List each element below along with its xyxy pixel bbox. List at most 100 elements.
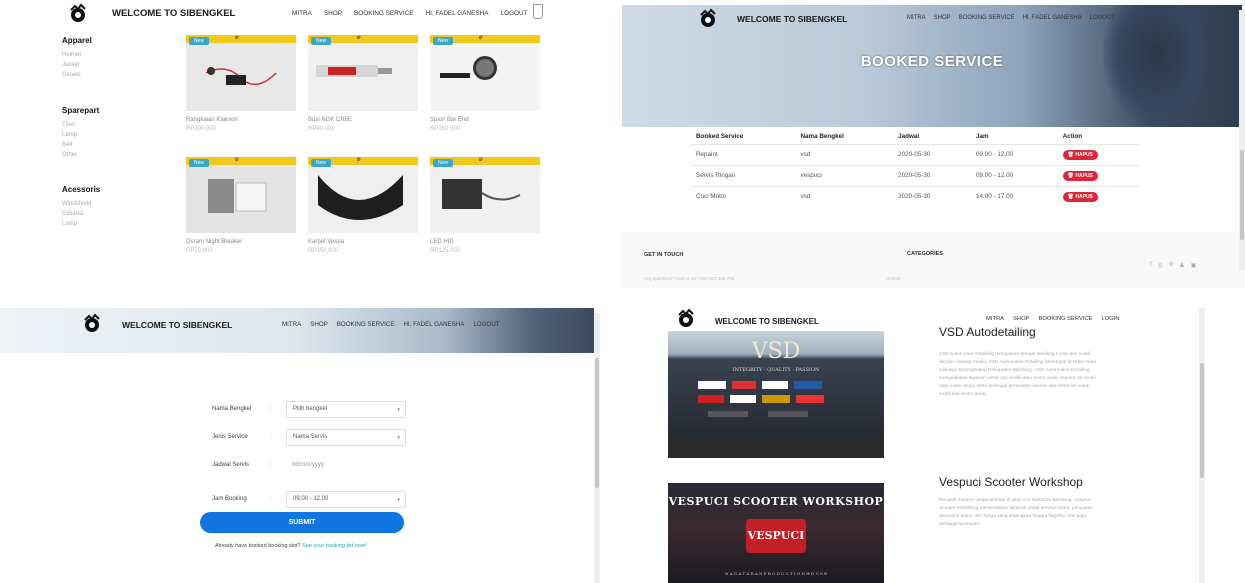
category-sparepart: Sparepart Tires Lamp Belt Other: [62, 106, 99, 160]
category-item[interactable]: Exhaust: [62, 209, 100, 219]
pinterest-icon[interactable]: ℗: [1169, 262, 1173, 269]
site-title[interactable]: WELCOME TO SIBENGKEL: [122, 320, 232, 330]
submit-button[interactable]: SUBMIT: [200, 512, 404, 533]
nav-booking-service[interactable]: BOOKING SERVICE: [959, 15, 1015, 21]
category-item[interactable]: Windshield: [62, 199, 100, 209]
nav-shop[interactable]: SHOP: [934, 15, 951, 21]
product-card[interactable]: New ⚙ Busi NGK CR8E RP40,000: [308, 35, 418, 132]
action-cell: 🗑 HAPUS: [1056, 143, 1140, 165]
column-header: Nama Bengkel: [800, 133, 844, 141]
product-photo: [308, 43, 418, 111]
nav-shop[interactable]: SHOP: [324, 10, 342, 17]
product-card[interactable]: New ⚙ Spion Bar End RP150,000: [430, 35, 540, 132]
product-name[interactable]: Busi NGK CR8E: [308, 117, 418, 123]
nav-mitra[interactable]: MITRA: [292, 10, 312, 17]
shop-logo-icon: ⚙: [356, 157, 361, 163]
product-image[interactable]: New ⚙: [308, 157, 418, 233]
site-title[interactable]: WELCOME TO SIBENGKEL: [112, 8, 235, 19]
category-item[interactable]: Helmet: [62, 50, 92, 60]
scrollbar[interactable]: [594, 313, 600, 583]
bengkel-select-value: Pilih bengkel: [293, 406, 328, 412]
nav-shop[interactable]: SHOP: [310, 321, 328, 328]
snapchat-icon[interactable]: ♟: [1179, 262, 1184, 269]
category-item[interactable]: Jacket: [62, 60, 92, 70]
product-name[interactable]: LED HID: [430, 239, 540, 245]
delete-button[interactable]: 🗑 HAPUS: [1062, 191, 1098, 202]
nav-shop[interactable]: SHOP: [1013, 316, 1029, 322]
sibengkel-logo-icon[interactable]: [696, 8, 720, 30]
nav-mitra[interactable]: MITRA: [282, 321, 301, 328]
nav-logout[interactable]: LOGOUT: [473, 321, 499, 328]
colon: :: [270, 496, 272, 502]
category-item[interactable]: Gloves: [62, 70, 92, 80]
vsd-title[interactable]: VSD Autodetailing: [939, 325, 1036, 339]
category-item[interactable]: Lamp: [62, 219, 100, 229]
vsd-sign-tagline: INTEGRITY · QUALITY · PASSION: [732, 367, 820, 373]
vespuci-title[interactable]: Vespuci Scooter Workshop: [939, 475, 1083, 489]
scrollbar[interactable]: [1239, 10, 1245, 270]
nav-login[interactable]: LOGIN: [1102, 316, 1120, 322]
product-image[interactable]: New ⚙: [430, 35, 540, 111]
product-price: RP350,000: [308, 248, 339, 254]
product-image[interactable]: New ⚙: [186, 35, 296, 111]
nav-mitra[interactable]: MITRA: [986, 316, 1004, 322]
vespuci-shop-photo[interactable]: VESPUCI SCOOTER WORKSHOP VESPUCI N A G A…: [668, 483, 884, 583]
product-name[interactable]: Rangkaian Klakson: [186, 117, 296, 123]
nav-user-greeting[interactable]: HI, FADEL GANESHA: [426, 10, 489, 17]
product-card[interactable]: New ⚙ Rangkaian Klakson RP200,000: [186, 35, 296, 132]
sibengkel-logo-icon[interactable]: [66, 3, 90, 25]
youtube-icon[interactable]: ▣: [1191, 262, 1197, 269]
nav-booking-service[interactable]: BOOKING SERVICE: [337, 321, 395, 328]
scrollbar-thumb[interactable]: [1240, 150, 1244, 240]
delete-button[interactable]: 🗑 HAPUS: [1062, 170, 1098, 181]
category-item[interactable]: Belt: [62, 140, 99, 150]
date-input[interactable]: dd/mm/yyyy: [286, 456, 406, 474]
product-card[interactable]: New ⚙ Osram Night Breaker RP75,000: [186, 157, 296, 254]
booking-list-link[interactable]: See your booking list now!: [302, 543, 366, 549]
product-image[interactable]: New ⚙: [308, 35, 418, 111]
product-name[interactable]: Karpet Vespa: [308, 239, 418, 245]
time-select[interactable]: 09.00 - 12.00 ▾: [286, 490, 406, 508]
category-item[interactable]: Other: [62, 150, 99, 160]
service-select[interactable]: Nama Servis ▾: [286, 428, 406, 446]
category-item[interactable]: Tires: [62, 120, 99, 130]
nav-booking-service[interactable]: BOOKING SERVICE: [1038, 316, 1092, 322]
product-name[interactable]: Spion Bar End: [430, 117, 540, 123]
sibengkel-logo-icon[interactable]: [674, 308, 698, 330]
product-card[interactable]: New ⚙ LED HID RP125,000: [430, 157, 540, 254]
nav-user-greeting[interactable]: HI, FADEL GANESHA: [1023, 15, 1082, 21]
social-links: f ◎ ℗ ♟ ▣: [1150, 262, 1196, 269]
date-cell: 2020-05-30: [892, 143, 971, 165]
site-title[interactable]: WELCOME TO SIBENGKEL: [715, 317, 819, 326]
sibengkel-logo-icon[interactable]: [80, 313, 104, 335]
delete-button[interactable]: 🗑 HAPUS: [1062, 149, 1098, 160]
vsd-shop-photo[interactable]: VSD INTEGRITY · QUALITY · PASSION: [668, 331, 884, 458]
site-title[interactable]: WELCOME TO SIBENGKEL: [737, 14, 847, 24]
footer-category-item[interactable]: Helmet: [886, 276, 900, 281]
bengkel-select[interactable]: Pilih bengkel ▾: [286, 400, 406, 418]
nav-mitra[interactable]: MITRA: [907, 15, 926, 21]
scrollbar-thumb[interactable]: [595, 358, 599, 488]
product-image[interactable]: New ⚙: [186, 157, 296, 233]
facebook-icon[interactable]: f: [1150, 262, 1152, 269]
table-header-row: Booked Service Nama Bengkel Jadwal Jam A…: [690, 130, 1140, 144]
cart-bag-icon[interactable]: [533, 4, 543, 19]
product-card[interactable]: New ⚙ Karpet Vespa RP350,000: [308, 157, 418, 254]
category-title[interactable]: Sparepart: [62, 106, 99, 115]
main-nav: MITRA SHOP BOOKING SERVICE HI, FADEL GAN…: [282, 321, 500, 328]
nav-logout[interactable]: LOGOUT: [1090, 15, 1115, 21]
category-item[interactable]: Lamp: [62, 130, 99, 140]
nav-logout[interactable]: LOGOUT: [501, 10, 528, 17]
product-price: RP200,000: [186, 126, 217, 132]
nav-booking-service[interactable]: BOOKING SERVICE: [354, 10, 414, 17]
category-title[interactable]: Acessoris: [62, 185, 100, 194]
time-select-value: 09.00 - 12.00: [293, 496, 329, 502]
scrollbar[interactable]: [1199, 308, 1205, 583]
nav-user-greeting[interactable]: HI, FADEL GANESHA: [403, 321, 464, 328]
category-title[interactable]: Apparel: [62, 36, 92, 45]
new-badge: New: [311, 37, 332, 45]
product-name[interactable]: Osram Night Breaker: [186, 239, 296, 245]
instagram-icon[interactable]: ◎: [1158, 262, 1163, 269]
product-image[interactable]: New ⚙: [430, 157, 540, 233]
scrollbar-thumb[interactable]: [1200, 363, 1204, 478]
